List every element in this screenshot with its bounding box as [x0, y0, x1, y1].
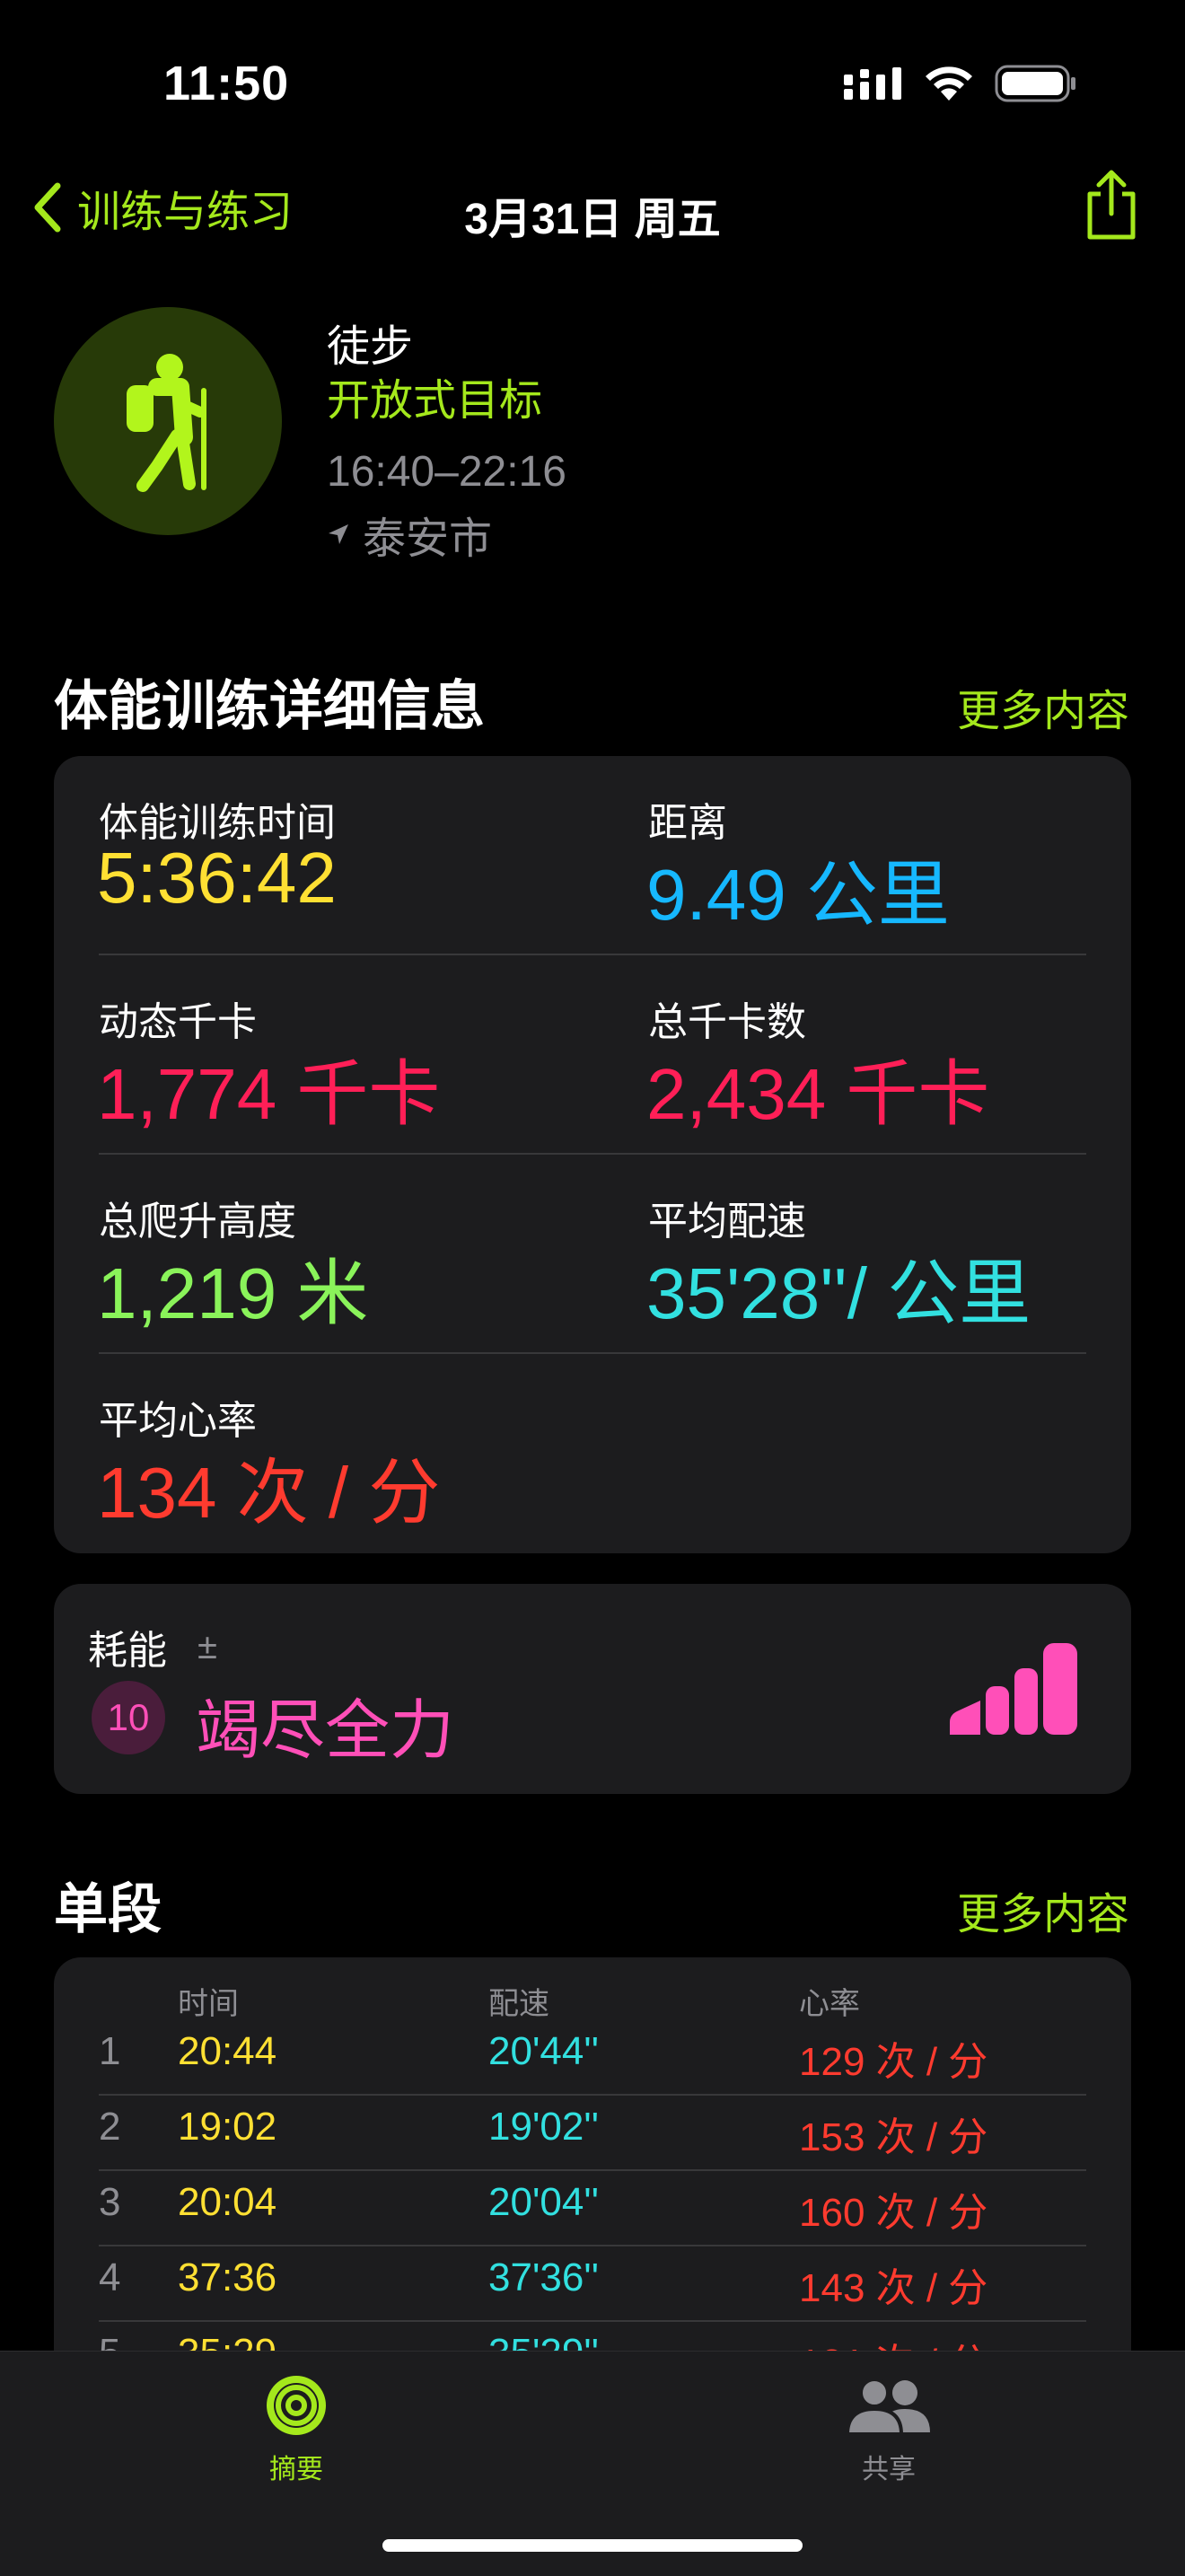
- split-hr: 153 次 / 分: [799, 2115, 988, 2159]
- effort-label: 耗能: [88, 1629, 167, 1673]
- metric-value-distance: 9.49 公里: [646, 855, 950, 935]
- effort-level-icon: [950, 1643, 1077, 1735]
- split-index: 3: [99, 2180, 121, 2224]
- tab-label: 摘要: [269, 2455, 323, 2484]
- share-button[interactable]: [1081, 169, 1142, 249]
- wifi-icon: [926, 66, 972, 101]
- people-icon: [846, 2378, 930, 2436]
- metric-value-elevation: 1,219 米: [97, 1253, 369, 1333]
- tab-label: 共享: [862, 2455, 916, 2484]
- split-pace: 20'44'': [488, 2029, 600, 2073]
- effort-card[interactable]: 耗能 ± 10 竭尽全力: [54, 1584, 1131, 1794]
- split-index: 2: [99, 2105, 121, 2149]
- page-title: 3月31日 周五: [464, 196, 721, 243]
- home-indicator[interactable]: [382, 2539, 803, 2552]
- effort-text: 竭尽全力: [196, 1695, 455, 1767]
- hiking-icon: [127, 354, 206, 492]
- workout-location: 泰安市: [327, 503, 492, 566]
- effort-header: 耗能 ±: [88, 1618, 217, 1675]
- split-hr: 129 次 / 分: [799, 2040, 988, 2084]
- status-icons: [844, 65, 1077, 102]
- split-time: 19:02: [178, 2105, 277, 2149]
- activity-rings-icon: [267, 2376, 326, 2435]
- split-row: 3 20:04 20'04'' 160 次 / 分: [54, 2171, 1131, 2246]
- effort-score-badge: 10: [92, 1681, 165, 1754]
- divider: [99, 954, 1086, 955]
- tab-summary[interactable]: 摘要: [233, 2373, 359, 2486]
- workout-time-range: 16:40–22:16: [327, 448, 566, 496]
- cellular-signal-icon: [844, 67, 901, 100]
- split-pace: 37'36'': [488, 2255, 600, 2299]
- metrics-card: 体能训练时间 5:36:42 距离 9.49 公里 动态千卡 1,774 千卡 …: [54, 756, 1131, 1553]
- splits-header-pace: 配速: [488, 1987, 549, 2021]
- split-index: 1: [99, 2029, 121, 2073]
- split-index: 4: [99, 2255, 121, 2299]
- split-time: 20:04: [178, 2180, 277, 2224]
- plus-minus-icon: ±: [198, 1626, 217, 1666]
- splits-title: 单段: [54, 1879, 162, 1939]
- split-time: 20:44: [178, 2029, 277, 2073]
- location-name: 泰安市: [363, 515, 493, 563]
- splits-header-time: 时间: [178, 1987, 239, 2021]
- location-arrow-icon: [329, 524, 348, 544]
- workout-avatar: [54, 307, 282, 535]
- battery-icon: [995, 65, 1075, 102]
- split-pace: 20'04'': [488, 2180, 600, 2224]
- split-row: 2 19:02 19'02'' 153 次 / 分: [54, 2096, 1131, 2171]
- metric-value-total-kcal: 2,434 千卡: [646, 1054, 990, 1134]
- workout-goal: 开放式目标: [327, 377, 543, 425]
- split-time: 37:36: [178, 2255, 277, 2299]
- details-more-link[interactable]: 更多内容: [957, 675, 1129, 738]
- splits-header-hr: 心率: [799, 1987, 860, 2021]
- split-row: 4 37:36 37'36'' 143 次 / 分: [54, 2246, 1131, 2322]
- splits-more-link[interactable]: 更多内容: [957, 1878, 1129, 1941]
- divider: [99, 1352, 1086, 1354]
- split-hr: 143 次 / 分: [799, 2266, 988, 2310]
- metric-value-avg-hr: 134 次 / 分: [97, 1453, 441, 1533]
- divider: [99, 1153, 1086, 1155]
- metric-value-duration: 5:36:42: [97, 838, 337, 918]
- tab-sharing[interactable]: 共享: [826, 2373, 952, 2486]
- details-title: 体能训练详细信息: [54, 676, 485, 736]
- share-icon: [1087, 170, 1136, 240]
- split-pace: 19'02'': [488, 2105, 600, 2149]
- split-hr: 160 次 / 分: [799, 2191, 988, 2235]
- metric-value-active-kcal: 1,774 千卡: [97, 1054, 441, 1134]
- status-time: 11:50: [163, 57, 290, 110]
- split-row: 1 20:44 20'44'' 129 次 / 分: [54, 2020, 1131, 2096]
- metric-value-avg-pace: 35'28''/ 公里: [646, 1253, 1031, 1333]
